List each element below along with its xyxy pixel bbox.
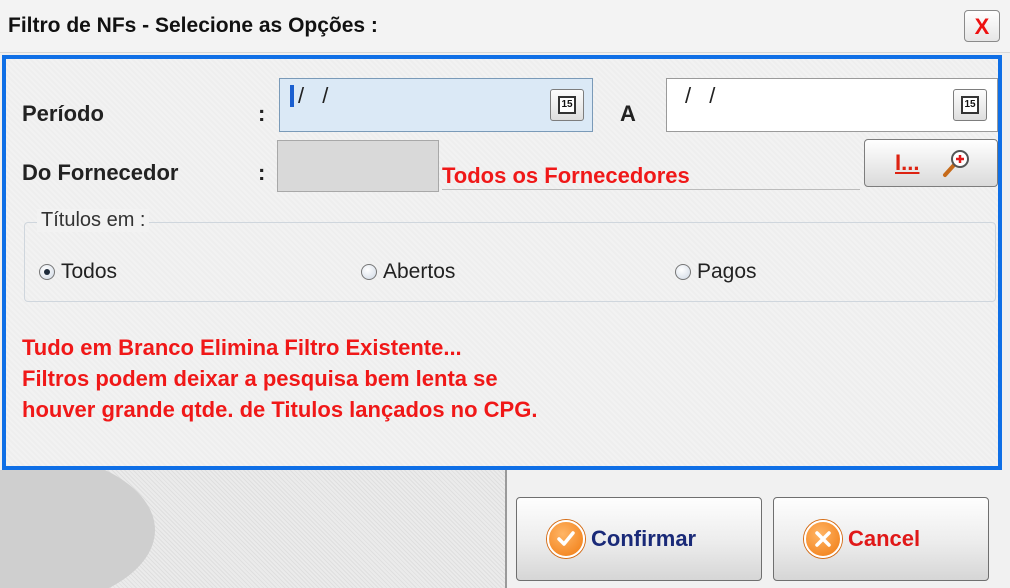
date-to-calendar-button[interactable]: 15 <box>953 89 987 121</box>
periodo-label: Período <box>22 101 104 126</box>
window-title: Filtro de NFs - Selecione as Opções : <box>8 14 378 37</box>
text-caret <box>290 85 294 107</box>
calendar-icon: 15 <box>961 96 979 114</box>
radio-todos-indicator <box>39 264 55 280</box>
titulos-legend: Títulos em : <box>37 209 150 232</box>
periodo-colon: : <box>258 101 266 126</box>
footer-arc-shape <box>0 470 155 588</box>
radio-pagos[interactable]: Pagos <box>675 259 757 285</box>
supplier-lookup-button[interactable]: I... <box>864 139 998 187</box>
close-button[interactable]: X <box>964 10 1000 42</box>
fornecedor-label: Do Fornecedor <box>22 160 179 185</box>
x-circle-icon <box>804 520 842 558</box>
radio-todos[interactable]: Todos <box>39 259 117 285</box>
supplier-code-input[interactable] <box>277 140 439 192</box>
cancel-button-label: Cancel <box>848 526 921 551</box>
calendar-icon: 15 <box>558 96 576 114</box>
radio-abertos-indicator <box>361 264 377 280</box>
radio-todos-label: Todos <box>61 260 118 283</box>
supplier-name-field: Todos os Fornecedores <box>442 163 860 190</box>
radio-abertos[interactable]: Abertos <box>361 259 455 285</box>
date-to-input[interactable]: / / 15 <box>666 78 998 132</box>
magnifier-plus-icon <box>943 150 969 177</box>
cancel-button[interactable]: Cancel <box>773 497 989 581</box>
date-to-value: / / <box>685 83 722 108</box>
date-from-input[interactable]: / / 15 <box>279 78 593 132</box>
periodo-separator: A <box>620 101 636 126</box>
radio-abertos-label: Abertos <box>383 260 456 283</box>
lookup-button-label: I... <box>895 150 920 175</box>
filter-panel: Período : / / 15 A / / 15 Do Fornecedor … <box>2 55 1002 470</box>
titulos-groupbox: Títulos em : Todos Abertos Pagos <box>24 209 996 302</box>
footer-decoration <box>0 470 505 588</box>
footer-actions: Confirmar Cancel <box>505 470 1010 588</box>
warning-line-2: Filtros podem deixar a pesquisa bem lent… <box>22 366 498 391</box>
date-from-value: / / <box>298 83 335 108</box>
radio-pagos-indicator <box>675 264 691 280</box>
date-from-calendar-button[interactable]: 15 <box>550 89 584 121</box>
fornecedor-colon: : <box>258 160 266 185</box>
title-bar: Filtro de NFs - Selecione as Opções : X <box>0 0 1010 53</box>
confirm-button[interactable]: Confirmar <box>516 497 762 581</box>
confirm-button-label: Confirmar <box>591 526 697 551</box>
check-circle-icon <box>547 520 585 558</box>
close-icon: X <box>974 14 990 39</box>
radio-pagos-label: Pagos <box>697 260 757 283</box>
warning-line-3: houver grande qtde. de Titulos lançados … <box>22 397 538 422</box>
warning-line-1: Tudo em Branco Elimina Filtro Existente.… <box>22 335 462 360</box>
